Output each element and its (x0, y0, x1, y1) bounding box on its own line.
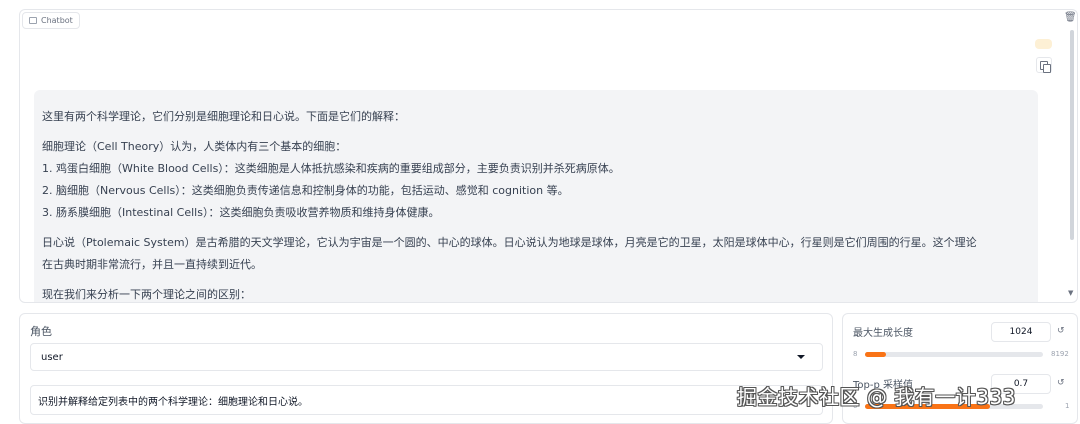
max-length-slider-fill (865, 352, 887, 357)
prompt-textarea[interactable]: 识别并解释给定列表中的两个科学理论：细胞理论和日心说。 (30, 385, 823, 415)
watermark: 掘金技术社区 @ 我有一计333 (737, 385, 1016, 409)
message-line: 细胞理论（Cell Theory）认为，人类体内有三个基本的细胞： (42, 140, 347, 153)
message-line: 现在我们来分析一下两个理论之间的区别： (42, 288, 251, 301)
max-length-label: 最大生成长度 (853, 328, 913, 339)
chevron-down-icon[interactable] (797, 355, 805, 359)
input-panel: 角色 user 识别并解释给定列表中的两个科学理论：细胞理论和日心说。 (19, 313, 833, 424)
user-message-bubble (1035, 39, 1052, 49)
scrollbar-thumb[interactable] (1070, 30, 1074, 240)
reset-icon[interactable]: ↺ (1057, 326, 1065, 336)
chat-icon (29, 17, 37, 24)
chatbot-label: Chatbot (22, 12, 80, 29)
role-label: 角色 (30, 325, 52, 338)
trash-icon[interactable]: 🗑 (1064, 12, 1077, 23)
max-length-input[interactable]: 1024 (991, 322, 1051, 342)
slider-min-label: 8 (853, 350, 858, 358)
role-selected-value: user (41, 351, 63, 363)
message-line: 日心说（Ptolemaic System）是古希腊的天文学理论，它认为宇宙是一个… (42, 236, 977, 249)
message-line: 这里有两个科学理论，它们分别是细胞理论和日心说。下面是它们的解释： (42, 110, 405, 123)
app-root: Chatbot 这里有两个科学理论，它们分别是细胞理论和日心说。下面是它们的解释… (0, 0, 1080, 424)
slider-max-label: 8192 (1051, 350, 1069, 358)
bot-message: 这里有两个科学理论，它们分别是细胞理论和日心说。下面是它们的解释： 细胞理论（C… (34, 90, 1038, 302)
role-dropdown[interactable]: user (30, 343, 823, 371)
chatbot-label-text: Chatbot (41, 16, 73, 25)
copy-icon[interactable] (1036, 57, 1052, 73)
message-line: 2. 脑细胞（Nervous Cells）：这类细胞负责传递信息和控制身体的功能… (42, 184, 569, 197)
message-line: 1. 鸡蛋白细胞（White Blood Cells）：这类细胞是人体抵抗感染和… (42, 162, 620, 175)
message-line: 3. 肠系膜细胞（Intestinal Cells）：这类细胞负责吸收营养物质和… (42, 206, 440, 219)
reset-icon[interactable]: ↺ (1057, 378, 1065, 388)
slider-max-label: 1 (1065, 402, 1070, 410)
chatbot-panel: Chatbot 这里有两个科学理论，它们分别是细胞理论和日心说。下面是它们的解释… (19, 9, 1078, 303)
scroll-down-icon[interactable]: ▼ (1068, 289, 1073, 297)
message-line: 在古典时期非常流行，并且一直持续到近代。 (42, 258, 262, 271)
max-length-slider[interactable] (865, 352, 1043, 357)
